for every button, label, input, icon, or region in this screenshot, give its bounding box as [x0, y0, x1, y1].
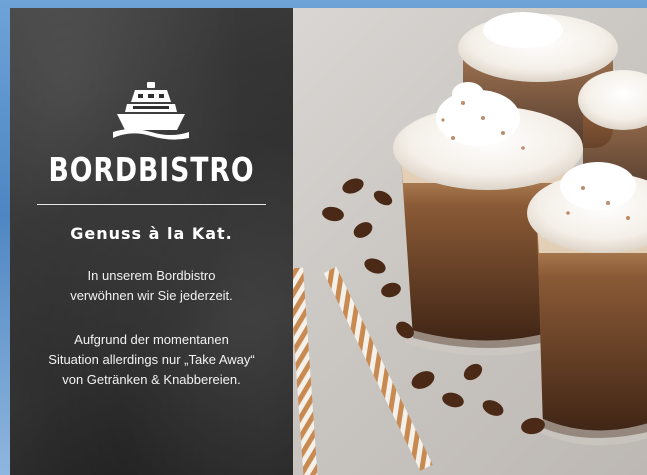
title-divider: [37, 204, 266, 205]
subtitle: Genuss à la Kat.: [70, 224, 233, 243]
intro-line: In unserem Bordbistro: [87, 268, 216, 283]
notice-line: Situation allerdings nur „Take Away“: [48, 352, 255, 367]
notice-line: Aufgrund der momentanen: [74, 332, 229, 347]
coffee-drinks-photo: [293, 8, 647, 475]
intro-line: verwöhnen wir Sie jederzeit.: [70, 288, 233, 303]
ship-icon: [113, 82, 189, 140]
straw: [293, 267, 320, 475]
coffee-illustration: [293, 12, 647, 475]
bordbistro-title: BORDBISTRO: [48, 150, 255, 189]
intro-paragraph: In unserem Bordbistro verwöhnen wir Sie …: [30, 266, 273, 306]
notice-paragraph: Aufgrund der momentanen Situation allerd…: [30, 330, 273, 390]
bordbistro-card: BORDBISTRO Genuss à la Kat. In unserem B…: [10, 8, 647, 475]
chalkboard-panel: BORDBISTRO Genuss à la Kat. In unserem B…: [10, 8, 293, 475]
glass-front: [527, 162, 647, 446]
notice-line: von Getränken & Knabbereien.: [62, 372, 241, 387]
